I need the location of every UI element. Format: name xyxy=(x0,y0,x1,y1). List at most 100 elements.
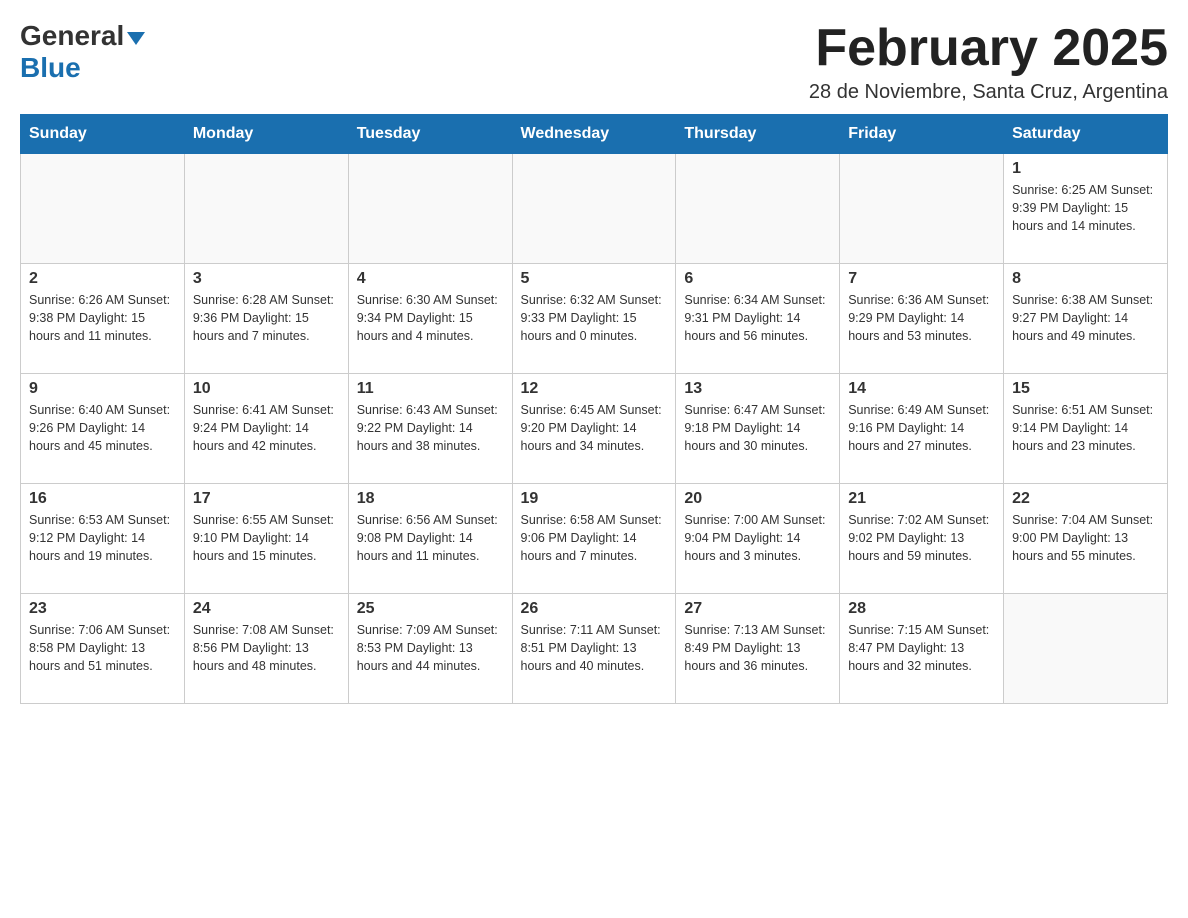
calendar-day-cell xyxy=(1004,594,1168,704)
weekday-header-saturday: Saturday xyxy=(1004,115,1168,154)
weekday-header-monday: Monday xyxy=(184,115,348,154)
calendar-day-cell: 6 Sunrise: 6:34 AM Sunset: 9:31 PM Daylig… xyxy=(676,264,840,374)
calendar-day-cell: 5 Sunrise: 6:32 AM Sunset: 9:33 PM Daylig… xyxy=(512,264,676,374)
day-info: Sunrise: 6:58 AM Sunset: 9:06 PM Dayligh… xyxy=(521,511,668,565)
calendar-day-cell: 3 Sunrise: 6:28 AM Sunset: 9:36 PM Daylig… xyxy=(184,264,348,374)
day-info: Sunrise: 6:32 AM Sunset: 9:33 PM Dayligh… xyxy=(521,291,668,345)
logo-triangle-icon xyxy=(127,32,145,45)
day-number: 15 xyxy=(1012,380,1159,398)
day-info: Sunrise: 6:26 AM Sunset: 9:38 PM Dayligh… xyxy=(29,291,176,345)
day-number: 3 xyxy=(193,270,340,288)
calendar-week-row: 1 Sunrise: 6:25 AM Sunset: 9:39 PM Daylig… xyxy=(21,154,1168,264)
calendar-day-cell: 15 Sunrise: 6:51 AM Sunset: 9:14 PM Dayli… xyxy=(1004,374,1168,484)
day-info: Sunrise: 6:47 AM Sunset: 9:18 PM Dayligh… xyxy=(684,401,831,455)
day-number: 21 xyxy=(848,490,995,508)
logo: General Blue xyxy=(20,20,145,84)
calendar-day-cell xyxy=(184,154,348,264)
calendar-day-cell: 9Sunrise: 6:40 AM Sunset: 9:26 PM Daylig… xyxy=(21,374,185,484)
logo-general-text: General xyxy=(20,20,124,52)
calendar-day-cell xyxy=(21,154,185,264)
calendar-day-cell: 10 Sunrise: 6:41 AM Sunset: 9:24 PM Dayli… xyxy=(184,374,348,484)
day-number: 27 xyxy=(684,600,831,618)
calendar-day-cell: 4 Sunrise: 6:30 AM Sunset: 9:34 PM Daylig… xyxy=(348,264,512,374)
calendar-day-cell: 13 Sunrise: 6:47 AM Sunset: 9:18 PM Dayli… xyxy=(676,374,840,484)
day-number: 2 xyxy=(29,270,176,288)
day-number: 10 xyxy=(193,380,340,398)
day-number: 4 xyxy=(357,270,504,288)
day-info: Sunrise: 7:08 AM Sunset: 8:56 PM Dayligh… xyxy=(193,621,340,675)
calendar-day-cell: 11 Sunrise: 6:43 AM Sunset: 9:22 PM Dayli… xyxy=(348,374,512,484)
day-number: 5 xyxy=(521,270,668,288)
weekday-header-friday: Friday xyxy=(840,115,1004,154)
day-info: Sunrise: 7:06 AM Sunset: 8:58 PM Dayligh… xyxy=(29,621,176,675)
day-number: 23 xyxy=(29,600,176,618)
day-number: 16 xyxy=(29,490,176,508)
day-number: 12 xyxy=(521,380,668,398)
calendar-day-cell: 22Sunrise: 7:04 AM Sunset: 9:00 PM Dayli… xyxy=(1004,484,1168,594)
day-number: 11 xyxy=(357,380,504,398)
calendar-day-cell: 24Sunrise: 7:08 AM Sunset: 8:56 PM Dayli… xyxy=(184,594,348,704)
calendar-week-row: 9Sunrise: 6:40 AM Sunset: 9:26 PM Daylig… xyxy=(21,374,1168,484)
day-number: 7 xyxy=(848,270,995,288)
logo-blue-text: Blue xyxy=(20,52,81,83)
calendar-day-cell xyxy=(840,154,1004,264)
day-number: 28 xyxy=(848,600,995,618)
day-number: 25 xyxy=(357,600,504,618)
day-number: 14 xyxy=(848,380,995,398)
day-info: Sunrise: 6:53 AM Sunset: 9:12 PM Dayligh… xyxy=(29,511,176,565)
weekday-header-sunday: Sunday xyxy=(21,115,185,154)
page-header: General Blue February 2025 28 de Noviemb… xyxy=(20,20,1168,104)
day-info: Sunrise: 6:36 AM Sunset: 9:29 PM Dayligh… xyxy=(848,291,995,345)
day-number: 8 xyxy=(1012,270,1159,288)
calendar-day-cell: 12 Sunrise: 6:45 AM Sunset: 9:20 PM Dayli… xyxy=(512,374,676,484)
day-info: Sunrise: 7:13 AM Sunset: 8:49 PM Dayligh… xyxy=(684,621,831,675)
day-number: 17 xyxy=(193,490,340,508)
calendar-week-row: 23 Sunrise: 7:06 AM Sunset: 8:58 PM Dayli… xyxy=(21,594,1168,704)
day-info: Sunrise: 6:43 AM Sunset: 9:22 PM Dayligh… xyxy=(357,401,504,455)
calendar-day-cell: 2 Sunrise: 6:26 AM Sunset: 9:38 PM Daylig… xyxy=(21,264,185,374)
day-info: Sunrise: 6:38 AM Sunset: 9:27 PM Dayligh… xyxy=(1012,291,1159,345)
calendar-day-cell: 20 Sunrise: 7:00 AM Sunset: 9:04 PM Dayli… xyxy=(676,484,840,594)
day-info: Sunrise: 7:09 AM Sunset: 8:53 PM Dayligh… xyxy=(357,621,504,675)
day-number: 26 xyxy=(521,600,668,618)
day-info: Sunrise: 7:02 AM Sunset: 9:02 PM Dayligh… xyxy=(848,511,995,565)
weekday-header-tuesday: Tuesday xyxy=(348,115,512,154)
calendar-day-cell: 25 Sunrise: 7:09 AM Sunset: 8:53 PM Dayli… xyxy=(348,594,512,704)
day-info: Sunrise: 6:30 AM Sunset: 9:34 PM Dayligh… xyxy=(357,291,504,345)
day-number: 9 xyxy=(29,380,176,398)
calendar-day-cell xyxy=(348,154,512,264)
day-info: Sunrise: 6:49 AM Sunset: 9:16 PM Dayligh… xyxy=(848,401,995,455)
location-subtitle: 28 de Noviembre, Santa Cruz, Argentina xyxy=(809,81,1168,104)
calendar-day-cell: 8 Sunrise: 6:38 AM Sunset: 9:27 PM Daylig… xyxy=(1004,264,1168,374)
day-info: Sunrise: 7:15 AM Sunset: 8:47 PM Dayligh… xyxy=(848,621,995,675)
weekday-header-wednesday: Wednesday xyxy=(512,115,676,154)
calendar-day-cell: 1 Sunrise: 6:25 AM Sunset: 9:39 PM Daylig… xyxy=(1004,154,1168,264)
calendar-day-cell: 19 Sunrise: 6:58 AM Sunset: 9:06 PM Dayli… xyxy=(512,484,676,594)
day-info: Sunrise: 6:51 AM Sunset: 9:14 PM Dayligh… xyxy=(1012,401,1159,455)
day-info: Sunrise: 6:34 AM Sunset: 9:31 PM Dayligh… xyxy=(684,291,831,345)
day-info: Sunrise: 6:45 AM Sunset: 9:20 PM Dayligh… xyxy=(521,401,668,455)
day-info: Sunrise: 6:28 AM Sunset: 9:36 PM Dayligh… xyxy=(193,291,340,345)
title-section: February 2025 28 de Noviembre, Santa Cru… xyxy=(809,20,1168,104)
day-number: 1 xyxy=(1012,160,1159,178)
day-number: 6 xyxy=(684,270,831,288)
day-number: 13 xyxy=(684,380,831,398)
day-number: 18 xyxy=(357,490,504,508)
day-info: Sunrise: 6:41 AM Sunset: 9:24 PM Dayligh… xyxy=(193,401,340,455)
day-info: Sunrise: 6:56 AM Sunset: 9:08 PM Dayligh… xyxy=(357,511,504,565)
day-info: Sunrise: 6:25 AM Sunset: 9:39 PM Dayligh… xyxy=(1012,181,1159,235)
day-info: Sunrise: 7:00 AM Sunset: 9:04 PM Dayligh… xyxy=(684,511,831,565)
calendar-day-cell xyxy=(512,154,676,264)
calendar-day-cell: 28 Sunrise: 7:15 AM Sunset: 8:47 PM Dayli… xyxy=(840,594,1004,704)
month-title: February 2025 xyxy=(809,20,1168,77)
calendar-day-cell: 26 Sunrise: 7:11 AM Sunset: 8:51 PM Dayli… xyxy=(512,594,676,704)
day-number: 19 xyxy=(521,490,668,508)
day-info: Sunrise: 6:55 AM Sunset: 9:10 PM Dayligh… xyxy=(193,511,340,565)
calendar-day-cell: 18 Sunrise: 6:56 AM Sunset: 9:08 PM Dayli… xyxy=(348,484,512,594)
calendar-day-cell: 17 Sunrise: 6:55 AM Sunset: 9:10 PM Dayli… xyxy=(184,484,348,594)
day-info: Sunrise: 7:11 AM Sunset: 8:51 PM Dayligh… xyxy=(521,621,668,675)
calendar-day-cell: 23 Sunrise: 7:06 AM Sunset: 8:58 PM Dayli… xyxy=(21,594,185,704)
calendar-day-cell: 14 Sunrise: 6:49 AM Sunset: 9:16 PM Dayli… xyxy=(840,374,1004,484)
day-number: 20 xyxy=(684,490,831,508)
calendar-day-cell: 7 Sunrise: 6:36 AM Sunset: 9:29 PM Daylig… xyxy=(840,264,1004,374)
